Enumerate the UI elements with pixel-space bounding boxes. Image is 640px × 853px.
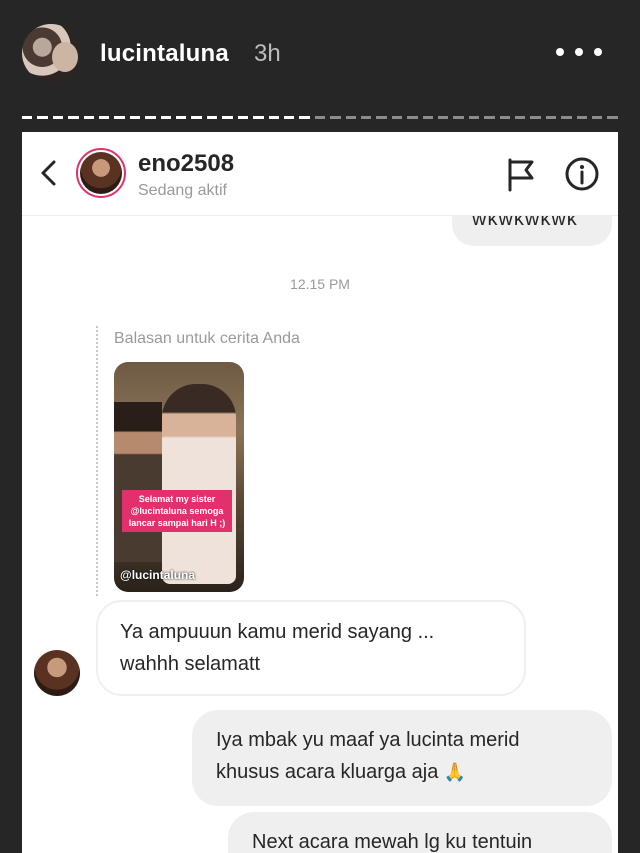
message-text: Ya ampuuun kamu merid sayang ... wahhh s… bbox=[120, 621, 435, 675]
story-progress-bar bbox=[22, 116, 618, 120]
replied-story-thumbnail[interactable]: Selamat my sister @lucintaluna semoga la… bbox=[114, 362, 244, 592]
info-icon[interactable] bbox=[564, 156, 600, 192]
outgoing-message-bubble[interactable]: Next acara mewah lg ku tentuin bbox=[228, 812, 612, 853]
story-caption-sticker: Selamat my sister @lucintaluna semoga la… bbox=[122, 490, 232, 532]
story-username[interactable]: lucintaluna bbox=[100, 40, 229, 68]
dm-avatar[interactable] bbox=[76, 148, 126, 198]
story-mention: @lucintaluna bbox=[120, 568, 196, 582]
story-time: 3h bbox=[254, 40, 281, 67]
message-timestamp: 12.15 PM bbox=[290, 276, 350, 292]
story-avatar[interactable] bbox=[22, 24, 80, 82]
pray-emoji-icon: 🙏 bbox=[443, 762, 467, 782]
flag-icon[interactable] bbox=[504, 156, 538, 192]
dm-username[interactable]: eno2508 bbox=[138, 150, 234, 178]
back-chevron-icon[interactable] bbox=[38, 158, 60, 188]
outgoing-message-bubble[interactable]: Iya mbak yu maaf ya lucinta merid khusus… bbox=[192, 710, 612, 806]
dm-screenshot: wkwkwkwk eno2508 Sedang aktif 12.15 PM B… bbox=[22, 132, 618, 853]
story-header: lucintaluna 3h bbox=[0, 0, 640, 110]
more-horizontal-icon[interactable] bbox=[556, 44, 602, 60]
story-reply-label: Balasan untuk cerita Anda bbox=[114, 330, 300, 347]
message-text: Next acara mewah lg ku tentuin bbox=[252, 831, 533, 853]
incoming-message-bubble[interactable]: Ya ampuuun kamu merid sayang ... wahhh s… bbox=[96, 600, 526, 696]
dm-active-status: Sedang aktif bbox=[138, 182, 227, 199]
message-text: Iya mbak yu maaf ya lucinta merid khusus… bbox=[216, 724, 519, 788]
sender-avatar[interactable] bbox=[34, 650, 80, 696]
reply-divider-line bbox=[96, 326, 98, 596]
dm-header: eno2508 Sedang aktif bbox=[22, 132, 618, 216]
